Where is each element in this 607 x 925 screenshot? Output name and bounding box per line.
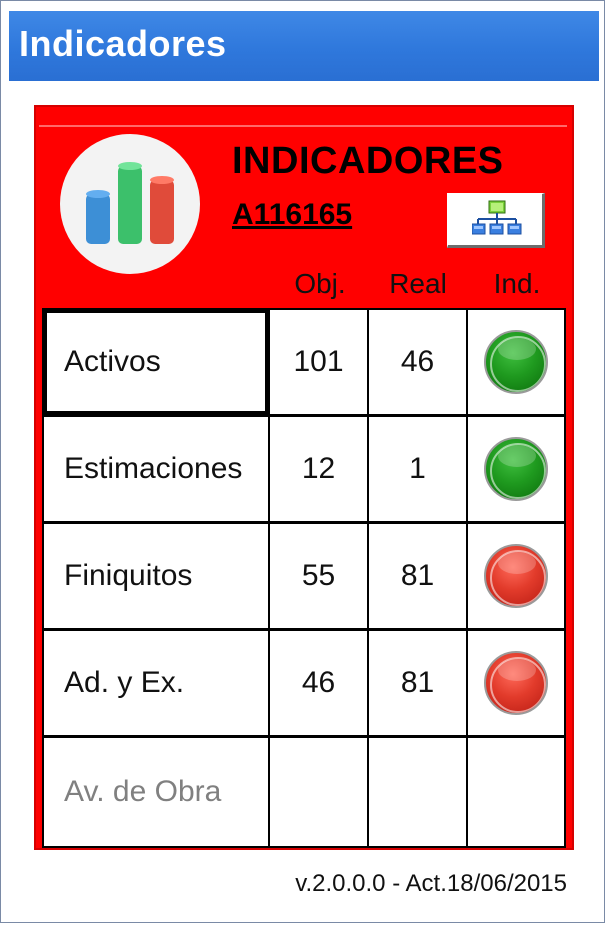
indicators-table: Activos 101 46 Estimaciones 12 1 Finiqui… [42,308,566,848]
column-header-obj: Obj. [294,268,346,299]
row-obj-activos: 101 [270,310,367,414]
org-chart-icon [472,200,522,235]
row-obj-estimaciones: 12 [270,417,367,521]
row-ind-ad-y-ex [468,631,564,735]
row-real-estimaciones: 1 [369,417,466,521]
title-bar[interactable]: Indicadores [9,11,599,81]
row-obj-finiquitos: 55 [270,524,367,628]
org-chart-button[interactable] [447,193,545,248]
window-title: Indicadores [19,23,227,64]
row-real-ad-y-ex: 81 [369,631,466,735]
column-header-real: Real [389,268,447,299]
panel-divider [39,125,567,127]
row-label-activos[interactable]: Activos [44,310,268,414]
row-ind-activos [468,310,564,414]
panel-heading: INDICADORES [232,140,504,182]
indicator-code: A116165 [232,198,353,231]
row-label-av-de-obra: Av. de Obra [44,738,268,846]
row-ind-finiquitos [468,524,564,628]
row-real-av-de-obra [369,738,466,846]
row-label-finiquitos[interactable]: Finiquitos [44,524,268,628]
row-ind-av-de-obra [468,738,564,846]
bar-chart-icon [60,134,200,274]
row-ind-estimaciones [468,417,564,521]
version-label: v.2.0.0.0 - Act.18/06/2015 [295,870,567,897]
row-label-estimaciones[interactable]: Estimaciones [44,417,268,521]
status-green-icon [484,330,548,394]
status-red-icon [484,651,548,715]
column-header-ind: Ind. [493,268,541,299]
row-obj-av-de-obra [270,738,367,846]
row-obj-ad-y-ex: 46 [270,631,367,735]
row-real-activos: 46 [369,310,466,414]
status-green-icon [484,437,548,501]
status-red-icon [484,544,548,608]
row-label-ad-y-ex[interactable]: Ad. y Ex. [44,631,268,735]
row-real-finiquitos: 81 [369,524,466,628]
